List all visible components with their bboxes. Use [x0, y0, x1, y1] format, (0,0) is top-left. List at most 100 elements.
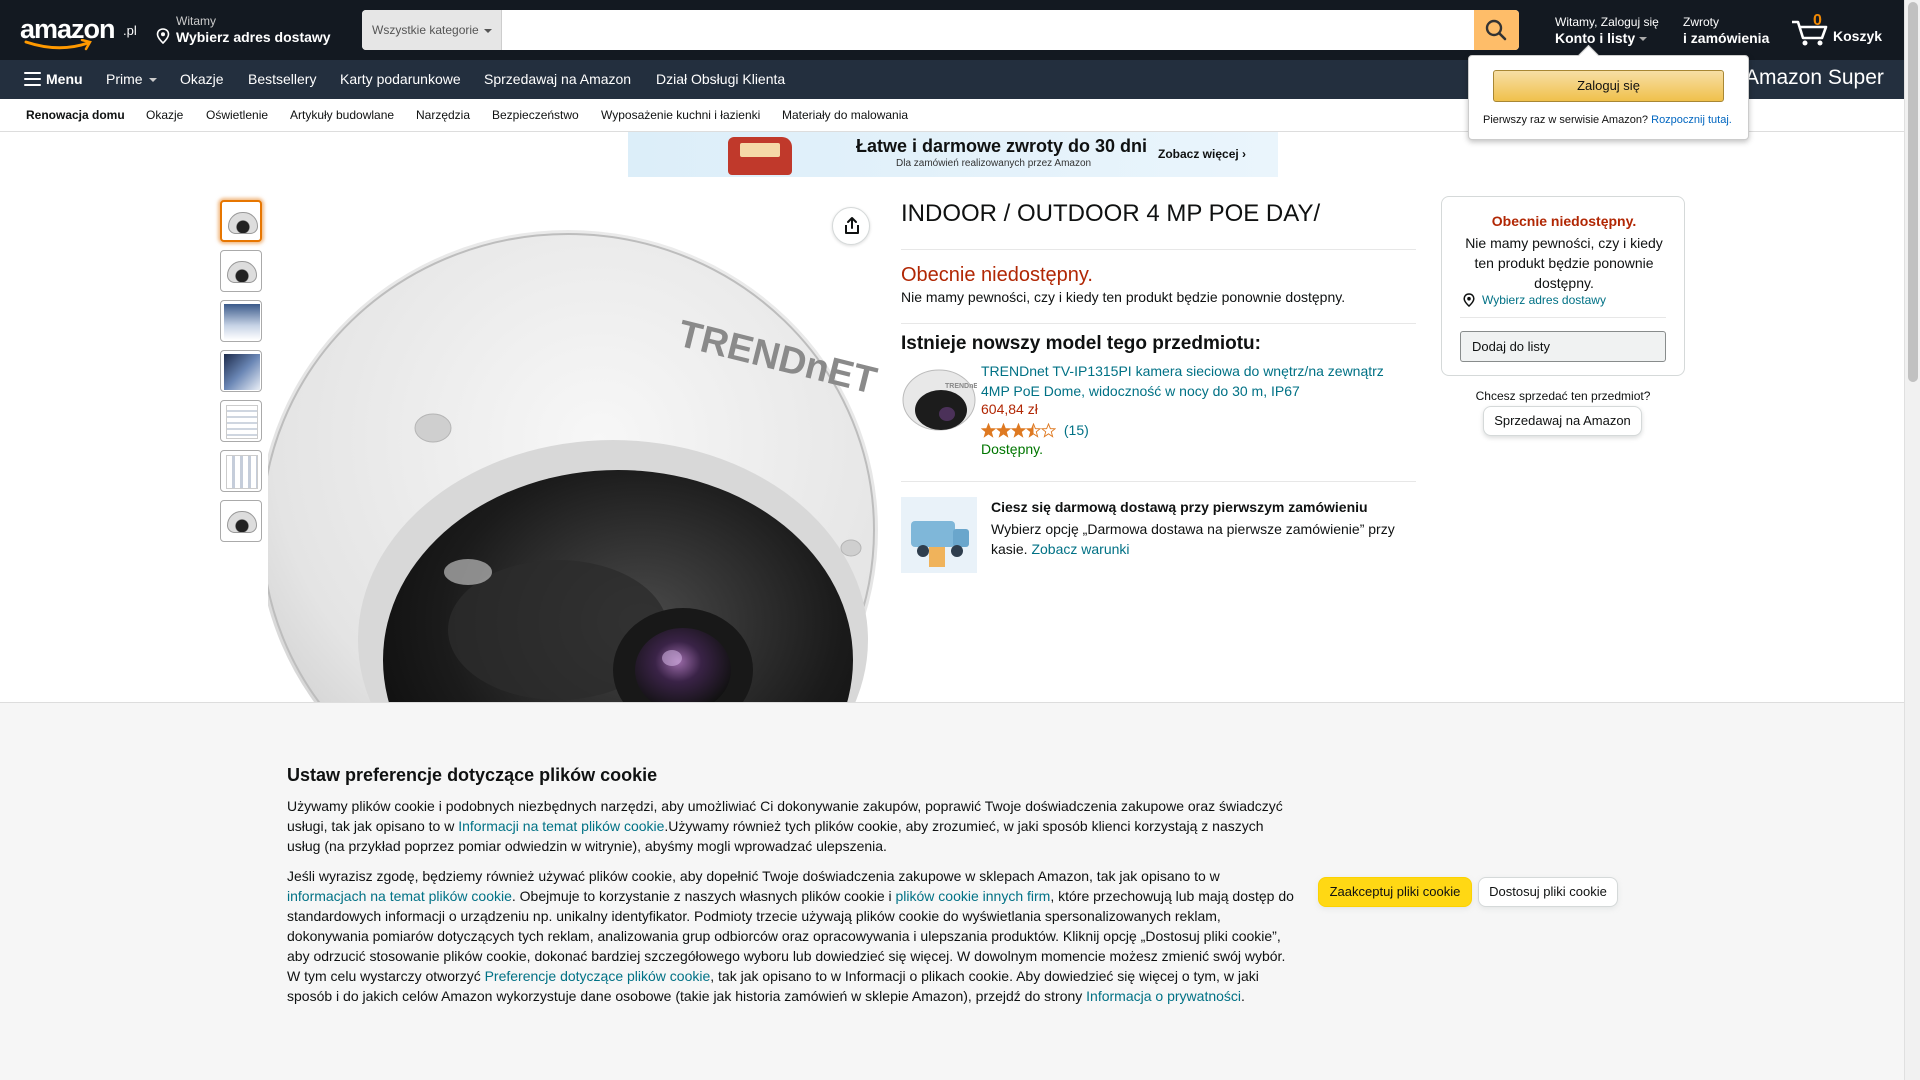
star-full-icon — [1011, 422, 1026, 438]
orders-label: i zamówienia — [1683, 30, 1770, 46]
logo-tld: .pl — [123, 23, 137, 38]
top-navbar: amazon .pl Witamy Wybierz adres dostawy … — [0, 0, 1904, 60]
nav-prime-label: Prime — [106, 71, 143, 87]
cart-icon — [1792, 20, 1828, 46]
subnav-item-painting[interactable]: Materiały do malowania — [782, 99, 908, 132]
privacy-notice-link[interactable]: Informacja o prywatności — [1086, 988, 1241, 1004]
star-full-icon — [981, 422, 996, 438]
newer-model-rating[interactable]: (15) — [981, 421, 1089, 439]
cart-label: Koszyk — [1833, 28, 1883, 44]
subnav-item-home-renovation[interactable]: Renowacja domu — [26, 99, 125, 132]
newer-model-link[interactable]: TRENDnet TV-IP1315PI kamera sieciowa do … — [981, 361, 1401, 401]
thumbnail-6[interactable] — [220, 450, 262, 492]
account-lists-label: Konto i listy — [1555, 30, 1636, 46]
thumbnail-4[interactable] — [220, 350, 262, 392]
nav-item-bestsellers[interactable]: Bestsellery — [248, 60, 316, 99]
review-count: (15) — [1063, 422, 1089, 439]
thumbnail-7[interactable] — [220, 500, 262, 542]
nav-item-prime[interactable]: Prime — [106, 60, 157, 99]
buybox-availability: Obecnie niedostępny. — [1491, 213, 1637, 229]
third-party-cookies-link[interactable]: plików cookie innych firm — [896, 888, 1051, 904]
add-to-list-button[interactable]: Dodaj do listy — [1460, 331, 1666, 362]
menu-button[interactable]: Menu — [46, 60, 83, 99]
cart-count: 0 — [1813, 12, 1822, 29]
installation-thumbnail — [224, 304, 260, 340]
logo-smile-icon — [24, 39, 92, 51]
star-full-icon — [996, 422, 1011, 438]
search-button[interactable] — [1474, 10, 1519, 50]
search-category-select[interactable]: Wszystkie kategorie — [362, 10, 502, 50]
camera-thumbnail — [227, 511, 257, 533]
deliver-to[interactable]: Witamy Wybierz adres dostawy — [156, 14, 331, 46]
newer-model-availability: Dostępny. — [981, 441, 1043, 457]
subnav-item-kitchen-bath[interactable]: Wyposażenie kuchni i łazienki — [601, 99, 760, 132]
svg-text:TRENDnET: TRENDnET — [945, 383, 977, 390]
new-customer-text: Pierwszy raz w serwisie Amazon? Rozpoczn… — [1483, 114, 1732, 126]
cookie-text: Jeśli wyrazisz zgodę, będziemy również u… — [287, 868, 1220, 884]
divider — [901, 249, 1416, 250]
nav-item-gift-cards[interactable]: Karty podarunkowe — [340, 60, 461, 99]
buybox-address-label: Wybierz adres dostawy — [1482, 293, 1606, 307]
banner-subtitle: Dla zamówień realizowanych przez Amazon — [896, 158, 1092, 169]
cookie-consent-banner: Ustaw preferencje dotyczące plików cooki… — [0, 702, 1904, 1080]
location-pin-icon — [1463, 293, 1475, 307]
cookie-info-link[interactable]: informacjach na temat plików cookie — [287, 888, 512, 904]
nav-item-customer-service[interactable]: Dział Obsługi Klienta — [656, 60, 785, 99]
newer-model-image[interactable]: TRENDnET — [901, 364, 983, 436]
account-greeting: Witamy, Zaloguj się — [1555, 15, 1659, 29]
night-view-thumbnail — [224, 354, 260, 390]
cookie-title: Ustaw preferencje dotyczące plików cooki… — [287, 765, 658, 785]
search-icon — [1485, 19, 1507, 41]
start-here-link[interactable]: Rozpocznij tutaj. — [1651, 114, 1732, 126]
cart-button[interactable]: 0 Koszyk — [1790, 10, 1890, 50]
deliver-address: Wybierz adres dostawy — [176, 29, 331, 45]
account-menu[interactable]: Witamy, Zaloguj się Konto i listy — [1555, 15, 1659, 47]
dome-camera-thumbnail: TRENDnET — [902, 369, 983, 431]
thumbnail-3[interactable] — [220, 300, 262, 342]
divider — [1460, 317, 1666, 318]
hamburger-icon[interactable] — [24, 72, 41, 86]
cookie-preferences-link[interactable]: Preferencje dotyczące plików cookie — [485, 968, 711, 984]
customize-cookies-button[interactable]: Dostosuj pliki cookie — [1478, 877, 1618, 907]
search-input[interactable] — [503, 10, 1473, 50]
product-main-image[interactable]: TRENDnET — [268, 200, 880, 702]
location-pin-icon — [156, 28, 170, 44]
amazon-logo[interactable]: amazon .pl — [20, 14, 137, 51]
share-icon — [845, 217, 859, 234]
chevron-down-icon — [148, 78, 157, 83]
subnav-item-building-supplies[interactable]: Artykuły budowlane — [290, 99, 394, 132]
star-empty-icon — [1041, 422, 1056, 438]
thumbnail-5[interactable] — [220, 400, 262, 442]
see-terms-link[interactable]: Zobacz warunki — [1031, 541, 1129, 557]
nav-item-sell[interactable]: Sprzedawaj na Amazon — [484, 60, 631, 99]
cookie-info-link[interactable]: Informacji na temat plików cookie — [458, 818, 664, 834]
accept-cookies-button[interactable]: Zaakceptuj pliki cookie — [1318, 877, 1472, 907]
camera-thumbnail — [228, 212, 258, 234]
search-category-label: Wszystkie kategorie — [372, 23, 479, 37]
availability-status: Obecnie niedostępny. — [901, 264, 1093, 286]
returns-orders[interactable]: Zwroty i zamówienia — [1683, 15, 1769, 47]
share-button[interactable] — [832, 207, 870, 245]
scrollbar-thumb[interactable] — [1908, 2, 1918, 382]
signin-flyout: Zaloguj się Pierwszy raz w serwisie Amaz… — [1468, 55, 1749, 140]
cookie-text: . — [1241, 988, 1245, 1004]
subnav-item-deals[interactable]: Okazje — [146, 99, 183, 132]
delivery-van-icon — [728, 137, 792, 175]
product-title: INDOOR / OUTDOOR 4 MP POE DAY/ — [901, 200, 1321, 227]
delivery-truck-icon — [911, 521, 969, 567]
free-delivery-description: Wybierz opcję „Darmowa dostawa na pierws… — [991, 519, 1411, 559]
thumbnail-1[interactable] — [220, 200, 262, 242]
thumbnail-2[interactable] — [220, 250, 262, 292]
signin-button[interactable]: Zaloguj się — [1493, 70, 1724, 102]
prime-promo[interactable]: Amazon Super — [1745, 66, 1884, 90]
subnav-item-tools[interactable]: Narzędzia — [416, 99, 470, 132]
nav-item-deals[interactable]: Okazje — [180, 60, 224, 99]
subnav-item-security[interactable]: Bezpieczeństwo — [492, 99, 579, 132]
returns-label: Zwroty — [1683, 15, 1719, 29]
buybox-address-link[interactable]: Wybierz adres dostawy — [1462, 293, 1606, 307]
sell-on-amazon-button[interactable]: Sprzedawaj na Amazon — [1483, 406, 1642, 436]
deliver-greeting: Witamy — [176, 14, 216, 28]
page-scrollbar[interactable] — [1904, 0, 1920, 1080]
returns-promo-banner[interactable]: Łatwe i darmowe zwroty do 30 dni Dla zam… — [628, 132, 1278, 177]
subnav-item-lighting[interactable]: Oświetlenie — [206, 99, 268, 132]
